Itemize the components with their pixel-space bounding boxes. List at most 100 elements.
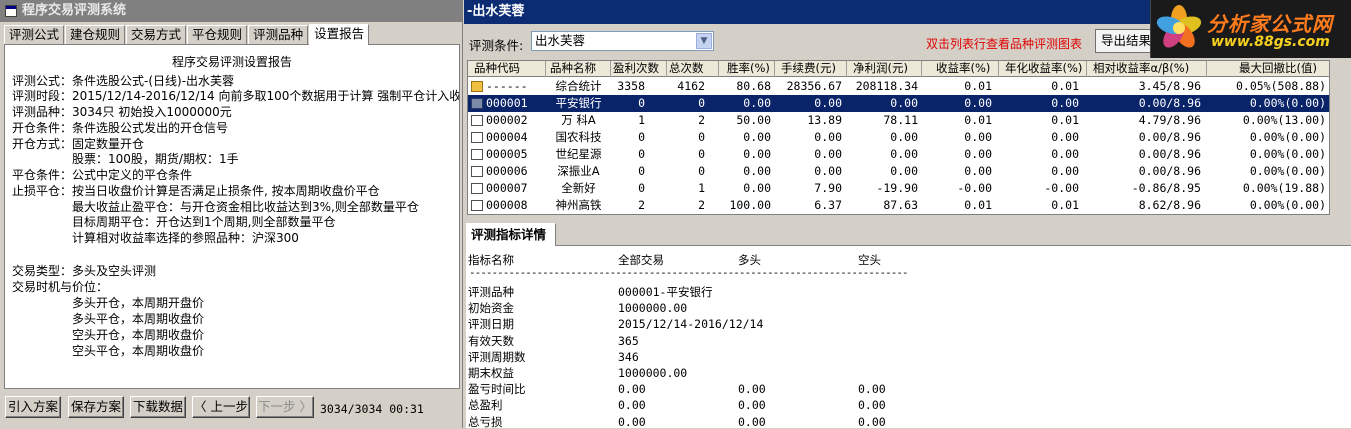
detail-label: 初始资金 [468, 301, 514, 316]
progress-indicator: 3034/3034 00:31 [320, 402, 424, 416]
cell-fee: 13.89 [807, 113, 842, 127]
cell-drawdown: 0.00%(0.00) [1249, 130, 1326, 144]
window-icon [5, 5, 17, 17]
cell-name: 神州高铁 [555, 198, 602, 212]
cell-ret: 0.00 [964, 147, 992, 161]
tab-close-rules[interactable]: 平仓规则 [187, 25, 248, 45]
cell-ret: -0.00 [957, 181, 992, 195]
tab-settings-report[interactable]: 设置报告 [309, 24, 370, 45]
cell-total: 2 [698, 113, 705, 127]
cell-total: 4162 [677, 79, 705, 93]
col-max-drawdown[interactable]: 最大回撤比(值) [1207, 61, 1329, 77]
test-condition-select[interactable]: 出水芙蓉 ▼ [531, 31, 714, 51]
tab-metric-details[interactable]: 评测指标详情 [466, 223, 556, 246]
cell-name: 平安银行 [555, 96, 602, 110]
detail-label: 期末权益 [468, 366, 514, 380]
cell-code: 000008 [486, 198, 528, 212]
cell-drawdown: 0.05%(508.88) [1235, 79, 1326, 93]
col-win-rate[interactable]: 胜率(%) [719, 61, 775, 77]
col-relative-return[interactable]: 相对收益率α/β(%) [1087, 61, 1207, 77]
detail-value-all: 2015/12/14-2016/12/14 [618, 317, 764, 332]
detail-label: 评测周期数 [468, 349, 526, 364]
report-line-close-condition: 平仓条件：公式中定义的平仓条件 [12, 168, 193, 182]
settings-report: 程序交易评测设置报告 评测公式：条件选股公式-(日线)-出水芙蓉 评测时段：20… [4, 44, 460, 389]
cell-name: 综合统计 [555, 79, 602, 93]
tab-open-rules[interactable]: 建仓规则 [65, 25, 126, 45]
cell-annual: -0.00 [1044, 181, 1079, 195]
detail-value-short: 0.00 [858, 414, 886, 429]
col-wins[interactable]: 盈利次数 [611, 61, 667, 77]
import-plan-button[interactable]: 引入方案 [5, 396, 61, 418]
table-row[interactable]: 000004 国农科技 0 0 0.00 0.00 0.00 0.00 0.00 0.00/8.9… [468, 129, 1329, 146]
report-line-long-open: 多头开仓，本周期开盘价 [72, 296, 205, 310]
left-tab-bar: 评测公式 建仓规则 交易方式 平仓规则 评测品种 设置报告 [4, 24, 370, 45]
detail-label: 总盈利 [468, 398, 503, 413]
tab-trade-mode[interactable]: 交易方式 [126, 25, 187, 45]
metric-details-panel: 指标名称 全部交易 多头 空头 ------------------------… [466, 245, 1351, 429]
report-line-lot-size: 股票：100股，期货/期权：1手 [72, 152, 239, 166]
table-header: 品种代码 品种名称 盈利次数 总次数 胜率(%) 手续费(元) 净利润(元) 收… [468, 61, 1329, 77]
table-row[interactable]: 000006 深振业A 0 0 0.00 0.00 0.00 0.00 0.00 0.00/8.9… [468, 163, 1329, 180]
cell-ret: 0.01 [964, 198, 992, 212]
table-row[interactable]: 000007 全新好 0 1 0.00 7.90 -19.90 -0.00 -0.00 -0.86… [468, 180, 1329, 197]
cell-fee: 0.00 [814, 130, 842, 144]
document-icon [471, 200, 483, 211]
cell-code: ------ [486, 79, 528, 93]
detail-value-all: 1000000.00 [618, 301, 688, 316]
report-line-open-condition: 开仓条件：条件选股公式发出的开仓信号 [12, 121, 229, 135]
table-row[interactable]: 000005 世纪星源 0 0 0.00 0.00 0.00 0.00 0.00 0.00/8.9… [468, 146, 1329, 163]
left-window-titlebar: 程序交易评测系统 [0, 0, 463, 22]
cell-code: 000004 [486, 130, 528, 144]
col-return[interactable]: 收益率(%) [922, 61, 999, 77]
cell-annual: 0.00 [1051, 96, 1079, 110]
cell-win: 3358 [617, 79, 645, 93]
chevron-down-icon[interactable]: ▼ [696, 33, 712, 49]
cell-drawdown: 0.00%(0.00) [1249, 147, 1326, 161]
report-line-formula: 评测公式：条件选股公式-(日线)-出水芙蓉 [12, 74, 235, 88]
cell-drawdown: 0.00%(0.00) [1249, 164, 1326, 178]
cell-name: 万 科A [561, 113, 596, 127]
cell-profit: 0.00 [890, 164, 918, 178]
cell-rate: 0.00 [743, 130, 771, 144]
table-row[interactable]: 000008 神州高铁 2 2 100.00 6.37 87.63 0.01 0.01 8.62/… [468, 197, 1329, 214]
cell-code: 000006 [486, 164, 528, 178]
prev-step-button[interactable]: 〈 上一步 [192, 396, 250, 418]
table-row[interactable]: ------ 综合统计 3358 4162 80.68 28356.67 208118.34… [468, 78, 1329, 95]
cell-annual: 0.01 [1051, 198, 1079, 212]
col-total[interactable]: 总次数 [667, 61, 719, 77]
save-plan-button[interactable]: 保存方案 [68, 396, 124, 418]
col-name[interactable]: 品种名称 [546, 61, 611, 77]
report-line-long-close: 多头平仓，本周期收盘价 [72, 312, 205, 326]
cell-rate: 0.00 [743, 181, 771, 195]
tab-test-formula[interactable]: 评测公式 [4, 25, 65, 45]
cell-total: 0 [698, 164, 705, 178]
detail-header-all: 全部交易 [618, 253, 664, 267]
col-net-profit[interactable]: 净利润(元) [847, 61, 922, 77]
col-code[interactable]: 品种代码 [468, 61, 546, 77]
document-icon [471, 98, 483, 109]
report-line-timing: 交易时机与价位： [12, 280, 109, 294]
tab-test-instruments[interactable]: 评测品种 [248, 25, 309, 45]
cell-code: 000001 [486, 96, 528, 110]
document-icon [471, 149, 483, 160]
detail-value-all: 365 [618, 333, 639, 348]
detail-label: 评测日期 [468, 317, 514, 332]
col-fee[interactable]: 手续费(元) [775, 61, 847, 77]
cell-win: 0 [638, 96, 645, 110]
cell-code: 000002 [486, 113, 528, 127]
download-data-button[interactable]: 下载数据 [130, 396, 186, 418]
cell-win: 1 [638, 113, 645, 127]
report-line-target-period: 目标周期平仓：开仓达到1个周期,则全部数量平仓 [72, 215, 336, 229]
cell-code: 000005 [486, 147, 528, 161]
results-window-titlebar: -出水芙蓉 [464, 0, 1164, 24]
report-line-benchmark: 计算相对收益率选择的参照品种：沪深300 [72, 231, 299, 245]
double-click-hint: 双击列表行查看品种评测图表 [926, 37, 1083, 51]
cell-relative: 3.45/8.96 [1138, 79, 1201, 93]
site-watermark: 分析家公式网 www.88gs.com [1150, 0, 1351, 58]
cell-win: 0 [638, 130, 645, 144]
table-row[interactable]: 000002 万 科A 1 2 50.00 13.89 78.11 0.01 0.01 4.79/… [468, 112, 1329, 129]
next-step-button[interactable]: 下一步 〉 [256, 396, 314, 418]
table-row[interactable]: 000001 平安银行 0 0 0.00 0.00 0.00 0.00 0.00 0.00/8.9… [468, 95, 1329, 112]
col-annual-return[interactable]: 年化收益率(%) [999, 61, 1087, 77]
test-condition-value: 出水芙蓉 [535, 33, 586, 48]
